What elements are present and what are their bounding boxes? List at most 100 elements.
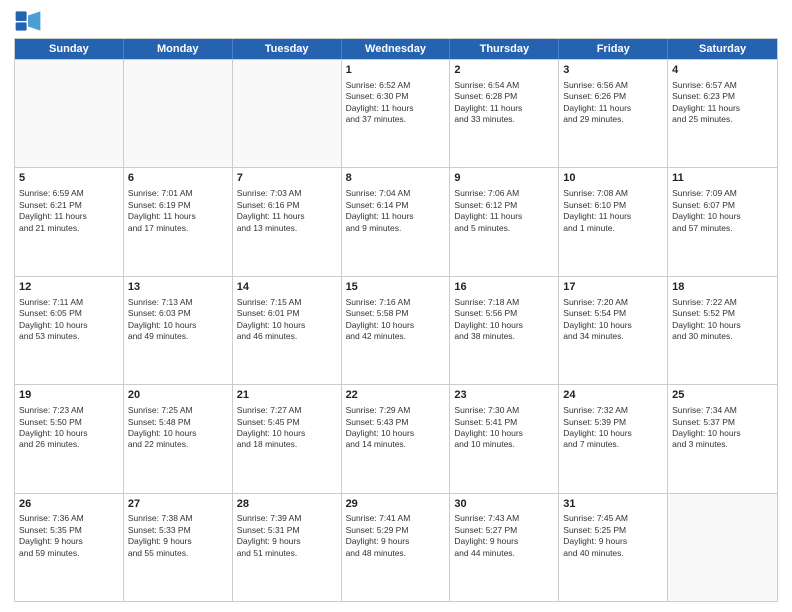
day-info: Sunrise: 7:32 AMSunset: 5:39 PMDaylight:… [563,405,663,451]
calendar-header-row: SundayMondayTuesdayWednesdayThursdayFrid… [15,39,777,59]
calendar-cell: 17 Sunrise: 7:20 AMSunset: 5:54 PMDayligh… [559,277,668,384]
calendar-cell: 9Sunrise: 7:06 AMSunset: 6:12 PMDaylight… [450,168,559,275]
weekday-header: Thursday [450,39,559,59]
day-number: 22 [346,388,446,403]
calendar-cell: 10 Sunrise: 7:08 AMSunset: 6:10 PMDayligh… [559,168,668,275]
weekday-header: Saturday [668,39,777,59]
empty-cell [124,60,233,167]
day-info: Sunrise: 6:52 AMSunset: 6:30 PMDaylight:… [346,80,446,126]
calendar-cell: 12 Sunrise: 7:11 AMSunset: 6:05 PMDayligh… [15,277,124,384]
day-info: Sunrise: 7:13 AMSunset: 6:03 PMDaylight:… [128,297,228,343]
day-info: Sunrise: 7:04 AMSunset: 6:14 PMDaylight:… [346,188,446,234]
header [14,10,778,32]
calendar-cell: 19 Sunrise: 7:23 AMSunset: 5:50 PMDayligh… [15,385,124,492]
calendar-cell: 24Sunrise: 7:32 AMSunset: 5:39 PMDayligh… [559,385,668,492]
day-number: 21 [237,388,337,403]
calendar-row: 12 Sunrise: 7:11 AMSunset: 6:05 PMDayligh… [15,276,777,384]
calendar-cell: 6 Sunrise: 7:01 AMSunset: 6:19 PMDaylight… [124,168,233,275]
day-number: 7 [237,171,337,186]
day-number: 19 [19,388,119,403]
day-info: Sunrise: 6:56 AMSunset: 6:26 PMDaylight:… [563,80,663,126]
calendar-cell: 22Sunrise: 7:29 AMSunset: 5:43 PMDayligh… [342,385,451,492]
calendar-cell: 3 Sunrise: 6:56 AMSunset: 6:26 PMDaylight… [559,60,668,167]
day-number: 25 [672,388,773,403]
day-info: Sunrise: 7:20 AMSunset: 5:54 PMDaylight:… [563,297,663,343]
calendar-body: 1 Sunrise: 6:52 AMSunset: 6:30 PMDaylight… [15,59,777,601]
day-number: 6 [128,171,228,186]
day-info: Sunrise: 7:43 AMSunset: 5:27 PMDaylight:… [454,513,554,559]
calendar-cell: 13 Sunrise: 7:13 AMSunset: 6:03 PMDayligh… [124,277,233,384]
calendar-cell: 30Sunrise: 7:43 AMSunset: 5:27 PMDayligh… [450,494,559,601]
logo-icon [14,10,42,32]
day-info: Sunrise: 7:41 AMSunset: 5:29 PMDaylight:… [346,513,446,559]
calendar-cell: 23Sunrise: 7:30 AMSunset: 5:41 PMDayligh… [450,385,559,492]
calendar-cell: 7 Sunrise: 7:03 AMSunset: 6:16 PMDaylight… [233,168,342,275]
day-info: Sunrise: 7:18 AMSunset: 5:56 PMDaylight:… [454,297,554,343]
day-number: 12 [19,280,119,295]
day-info: Sunrise: 7:08 AMSunset: 6:10 PMDaylight:… [563,188,663,234]
weekday-header: Tuesday [233,39,342,59]
calendar-cell: 5 Sunrise: 6:59 AMSunset: 6:21 PMDaylight… [15,168,124,275]
day-info: Sunrise: 7:34 AMSunset: 5:37 PMDaylight:… [672,405,773,451]
day-number: 31 [563,497,663,512]
calendar-cell: 11 Sunrise: 7:09 AMSunset: 6:07 PMDayligh… [668,168,777,275]
calendar-row: 26Sunrise: 7:36 AMSunset: 5:35 PMDayligh… [15,493,777,601]
weekday-header: Friday [559,39,668,59]
day-number: 1 [346,63,446,78]
day-number: 8 [346,171,446,186]
day-number: 18 [672,280,773,295]
day-number: 30 [454,497,554,512]
day-number: 26 [19,497,119,512]
calendar: SundayMondayTuesdayWednesdayThursdayFrid… [14,38,778,602]
calendar-cell: 28Sunrise: 7:39 AMSunset: 5:31 PMDayligh… [233,494,342,601]
calendar-cell: 25 Sunrise: 7:34 AMSunset: 5:37 PMDayligh… [668,385,777,492]
day-number: 23 [454,388,554,403]
day-info: Sunrise: 7:09 AMSunset: 6:07 PMDaylight:… [672,188,773,234]
calendar-row: 5 Sunrise: 6:59 AMSunset: 6:21 PMDaylight… [15,167,777,275]
day-number: 2 [454,63,554,78]
calendar-cell: 14 Sunrise: 7:15 AMSunset: 6:01 PMDayligh… [233,277,342,384]
day-number: 27 [128,497,228,512]
day-info: Sunrise: 7:11 AMSunset: 6:05 PMDaylight:… [19,297,119,343]
day-info: Sunrise: 7:16 AMSunset: 5:58 PMDaylight:… [346,297,446,343]
calendar-row: 19 Sunrise: 7:23 AMSunset: 5:50 PMDayligh… [15,384,777,492]
logo [14,10,44,32]
day-number: 11 [672,171,773,186]
day-info: Sunrise: 7:01 AMSunset: 6:19 PMDaylight:… [128,188,228,234]
calendar-cell: 26Sunrise: 7:36 AMSunset: 5:35 PMDayligh… [15,494,124,601]
page: SundayMondayTuesdayWednesdayThursdayFrid… [0,0,792,612]
weekday-header: Sunday [15,39,124,59]
day-number: 5 [19,171,119,186]
empty-cell [15,60,124,167]
day-number: 20 [128,388,228,403]
day-number: 14 [237,280,337,295]
day-info: Sunrise: 6:54 AMSunset: 6:28 PMDaylight:… [454,80,554,126]
day-number: 17 [563,280,663,295]
calendar-cell: 8 Sunrise: 7:04 AMSunset: 6:14 PMDaylight… [342,168,451,275]
day-info: Sunrise: 7:22 AMSunset: 5:52 PMDaylight:… [672,297,773,343]
day-info: Sunrise: 7:15 AMSunset: 6:01 PMDaylight:… [237,297,337,343]
day-info: Sunrise: 7:03 AMSunset: 6:16 PMDaylight:… [237,188,337,234]
day-number: 9 [454,171,554,186]
weekday-header: Wednesday [342,39,451,59]
day-info: Sunrise: 7:38 AMSunset: 5:33 PMDaylight:… [128,513,228,559]
calendar-cell: 31Sunrise: 7:45 AMSunset: 5:25 PMDayligh… [559,494,668,601]
day-info: Sunrise: 7:36 AMSunset: 5:35 PMDaylight:… [19,513,119,559]
day-number: 29 [346,497,446,512]
day-info: Sunrise: 7:39 AMSunset: 5:31 PMDaylight:… [237,513,337,559]
day-info: Sunrise: 6:59 AMSunset: 6:21 PMDaylight:… [19,188,119,234]
day-number: 28 [237,497,337,512]
empty-cell [233,60,342,167]
calendar-cell: 2 Sunrise: 6:54 AMSunset: 6:28 PMDaylight… [450,60,559,167]
calendar-cell: 18 Sunrise: 7:22 AMSunset: 5:52 PMDayligh… [668,277,777,384]
calendar-cell: 21Sunrise: 7:27 AMSunset: 5:45 PMDayligh… [233,385,342,492]
day-number: 13 [128,280,228,295]
day-number: 4 [672,63,773,78]
day-info: Sunrise: 7:25 AMSunset: 5:48 PMDaylight:… [128,405,228,451]
day-info: Sunrise: 7:23 AMSunset: 5:50 PMDaylight:… [19,405,119,451]
day-info: Sunrise: 6:57 AMSunset: 6:23 PMDaylight:… [672,80,773,126]
day-number: 10 [563,171,663,186]
day-number: 3 [563,63,663,78]
calendar-cell: 20 Sunrise: 7:25 AMSunset: 5:48 PMDayligh… [124,385,233,492]
calendar-cell: 15Sunrise: 7:16 AMSunset: 5:58 PMDayligh… [342,277,451,384]
